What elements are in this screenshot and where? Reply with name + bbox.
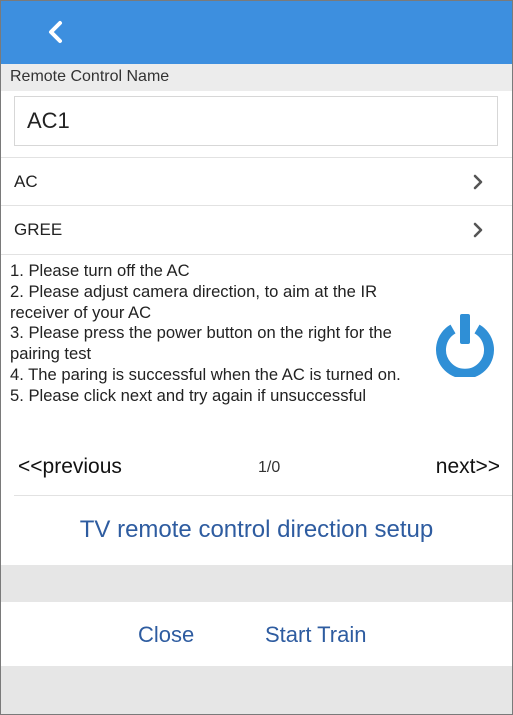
divider [14,495,512,496]
action-bar: Close Start Train [1,602,512,666]
instruction-step: 1. Please turn off the AC [10,261,190,280]
instruction-step: 5. Please click next and try again if un… [10,385,367,405]
device-type-label: AC [14,172,38,191]
chevron-right-icon [473,174,483,190]
remote-name-input[interactable] [14,96,498,146]
bottom-band [1,666,512,714]
power-test-button[interactable] [433,311,497,379]
power-icon [436,314,494,379]
start-train-button[interactable]: Start Train [265,622,366,648]
back-button[interactable] [41,17,71,47]
tv-direction-setup-label: TV remote control direction setup [79,516,434,543]
instruction-step: 2. Please adjust camera direction, to ai… [10,281,378,322]
pairing-instructions: 1. Please turn off the AC 2. Please adju… [10,261,420,407]
device-type-selector[interactable]: AC [1,157,512,206]
brand-label: GREE [14,220,63,239]
close-button[interactable]: Close [138,622,194,648]
divider [1,254,512,255]
brand-selector[interactable]: GREE [1,205,512,254]
name-label-row: Remote Control Name [1,64,512,91]
chevron-left-icon [49,21,62,43]
tv-direction-setup-link[interactable]: TV remote control direction setup [1,497,512,565]
previous-button[interactable]: <<previous [18,455,122,479]
spacer-band [1,565,512,602]
page-indicator: 1/0 [258,459,281,476]
screen: Remote Control Name AC GREE 1. Please tu… [0,0,513,715]
remote-name-label: Remote Control Name [10,68,170,85]
name-input-container [1,91,512,157]
instruction-step: 4. The paring is successful when the AC … [10,364,401,384]
app-bar [1,1,512,64]
next-button[interactable]: next>> [436,455,500,479]
pager: <<previous 1/0 next>> [1,447,512,495]
instruction-step: 3. Please press the power button on the … [10,323,392,364]
chevron-right-icon [473,222,483,238]
